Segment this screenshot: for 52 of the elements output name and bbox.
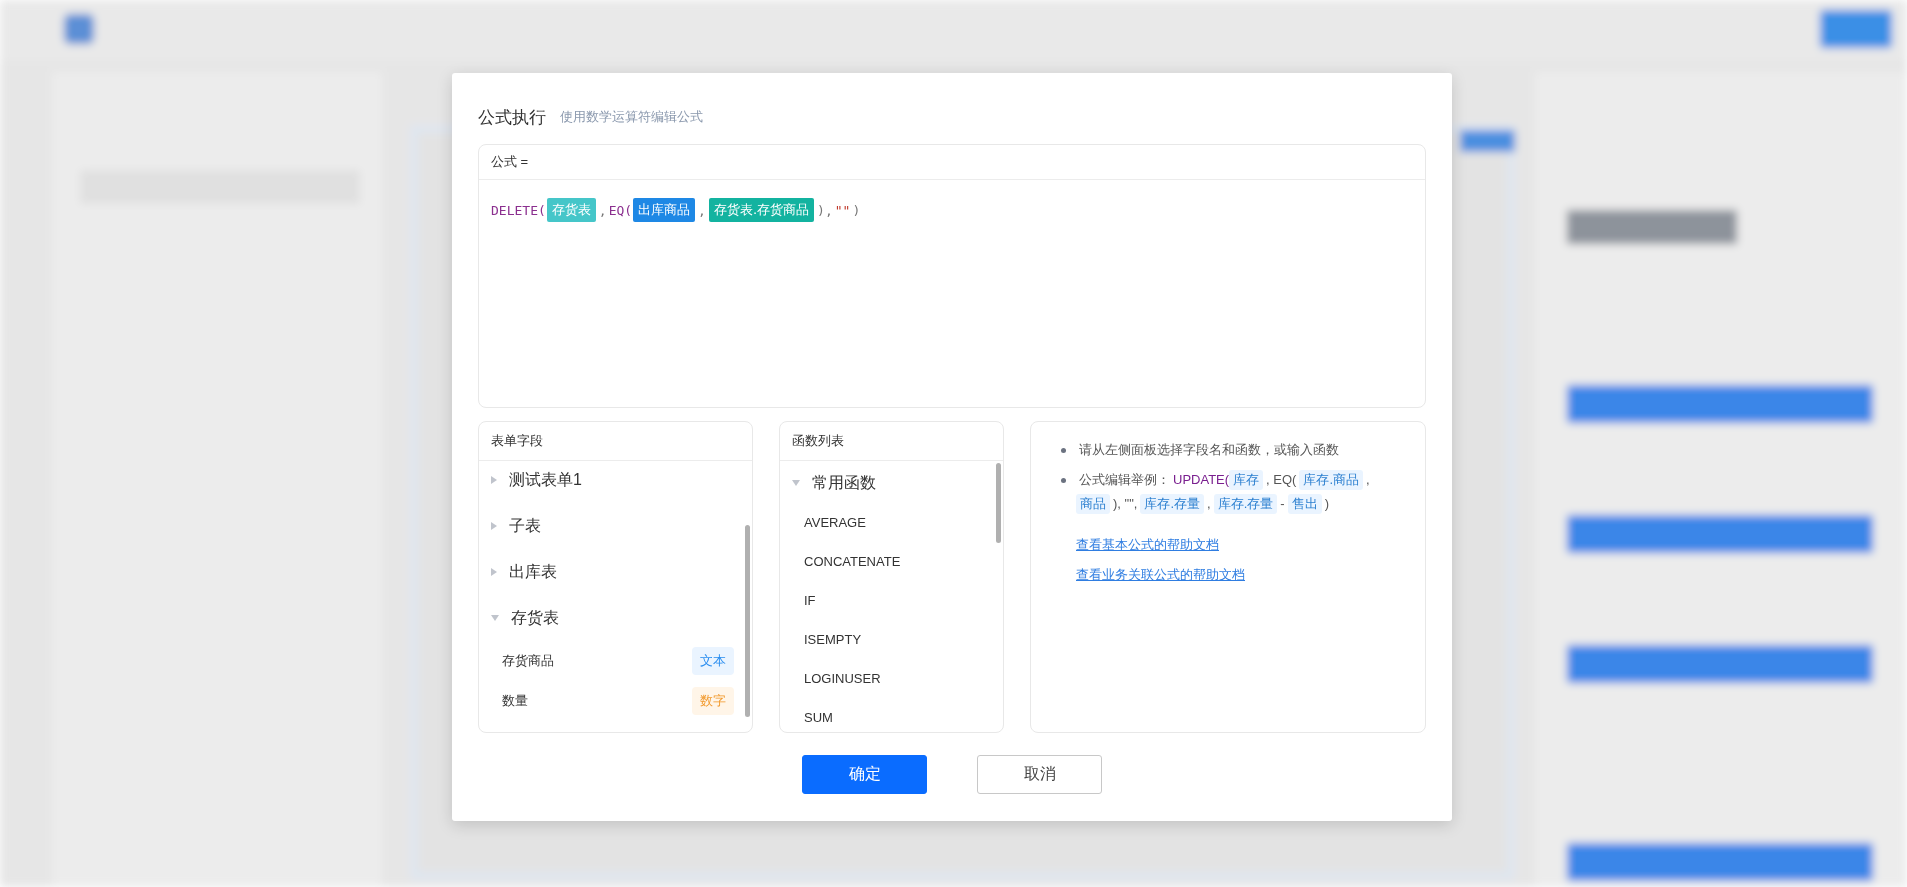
function-item[interactable]: AVERAGE	[804, 515, 866, 530]
bullet-icon	[1061, 478, 1066, 483]
function-item[interactable]: SUM	[804, 710, 833, 725]
help-link[interactable]: 查看业务关联公式的帮助文档	[1076, 567, 1245, 582]
field-name[interactable]: 数量	[502, 692, 528, 710]
example-text: 请从左侧面板选择字段名和函数，或输入函数	[1078, 441, 1340, 459]
tree-item[interactable]: 存货表	[479, 595, 744, 641]
panel-title: 表单字段	[491, 432, 543, 450]
formula-editor[interactable]: 公式 = DELETE( 存货表 ,EQ( 出库商品 , 存货表.存货商品 ),"")	[478, 144, 1426, 408]
bullet-icon	[1061, 448, 1066, 453]
help-link[interactable]: 查看基本公式的帮助文档	[1076, 537, 1219, 552]
function-item[interactable]: ISEMPTY	[804, 632, 862, 647]
field-tag: 售出	[1287, 494, 1322, 514]
panel-title: 函数列表	[792, 432, 844, 450]
scrollbar-thumb[interactable]	[745, 525, 750, 717]
field-tag: 商品	[1076, 494, 1110, 514]
code-text: ""	[834, 202, 851, 218]
example-text: ,	[1365, 471, 1371, 489]
example-text: 公式编辑举例：	[1078, 471, 1171, 489]
type-badge: 数字	[692, 687, 734, 715]
code-text: DELETE(	[491, 202, 546, 218]
code-text: )	[851, 202, 862, 218]
function-item[interactable]: IF	[804, 593, 816, 608]
example-text: UPDATE(	[1173, 471, 1230, 489]
function-item[interactable]: LOGINUSER	[804, 671, 881, 686]
tree-item[interactable]: 常用函数	[780, 463, 995, 503]
tree-item[interactable]: 出库表	[479, 549, 744, 595]
type-badge: 文本	[692, 647, 734, 675]
example-text: ), "",	[1112, 495, 1139, 513]
example-text: ,	[1206, 495, 1212, 513]
field-tag: 库存.存量	[1140, 494, 1205, 514]
code-text: ,	[597, 202, 608, 218]
code-text: ,	[697, 202, 707, 218]
formula-label: 公式 =	[491, 153, 529, 171]
confirm-button[interactable]: 确定	[802, 755, 927, 794]
dialog-title: 公式执行	[478, 106, 546, 129]
field-tag: 库存.存量	[1213, 494, 1278, 514]
field-tag[interactable]: 出库商品	[633, 198, 696, 222]
dialog-subtitle: 使用数学运算符编辑公式	[560, 108, 703, 126]
field-name[interactable]: 存货商品	[502, 652, 554, 670]
scrollbar-thumb[interactable]	[996, 463, 1001, 543]
cancel-button[interactable]: 取消	[977, 755, 1102, 794]
tree-item[interactable]: 子表	[479, 503, 744, 549]
code-text: ),	[816, 202, 834, 218]
example-text: , EQ(	[1265, 471, 1298, 489]
tree-item[interactable]: 测试表单1	[479, 457, 744, 503]
code-text: EQ(	[608, 202, 633, 218]
example-text: -	[1279, 495, 1286, 513]
field-tag: 库存	[1229, 470, 1264, 490]
field-tag: 库存.商品	[1299, 470, 1364, 490]
example-text: )	[1323, 495, 1330, 513]
function-item[interactable]: CONCATENATE	[804, 554, 901, 569]
